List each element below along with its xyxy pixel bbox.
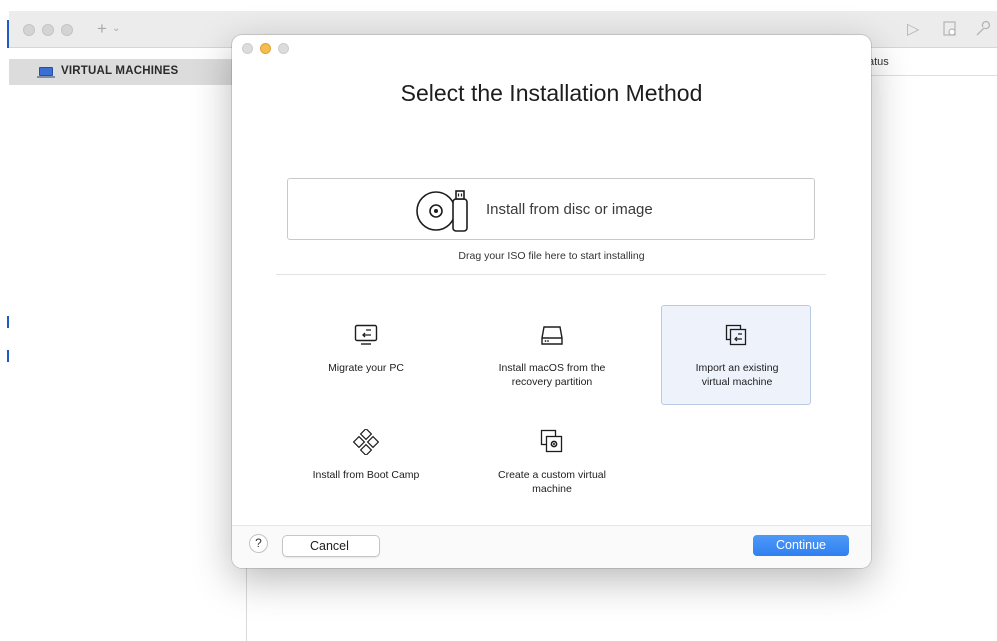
dialog-footer: ? Cancel Continue <box>232 525 871 568</box>
desktop-edge <box>0 0 9 641</box>
boot-camp-icon <box>353 429 379 455</box>
sidebar: VIRTUAL MACHINES <box>9 48 247 641</box>
custom-vm-option[interactable]: Create a custom virtual machine <box>476 410 626 510</box>
migrate-pc-icon <box>354 324 378 345</box>
option-label: Migrate your PC <box>328 362 404 374</box>
import-vm-option[interactable]: Import an existing virtual machine <box>661 305 811 405</box>
chevron-down-icon[interactable]: ⌄ <box>112 23 120 34</box>
add-vm-icon[interactable]: + <box>97 19 107 39</box>
divider <box>276 274 826 275</box>
recovery-partition-option[interactable]: Install macOS from the recovery partitio… <box>476 305 626 405</box>
snapshot-icon[interactable] <box>942 21 958 37</box>
cancel-button[interactable]: Cancel <box>282 535 380 557</box>
dialog-close-button[interactable] <box>242 43 253 54</box>
option-label: Install macOS from the recovery partitio… <box>498 362 606 388</box>
sidebar-header-label: VIRTUAL MACHINES <box>61 65 179 77</box>
continue-button[interactable]: Continue <box>753 535 849 556</box>
boot-camp-option[interactable]: Install from Boot Camp <box>290 410 440 510</box>
wrench-icon[interactable] <box>973 20 991 38</box>
option-label: Create a custom virtual machine <box>498 469 606 495</box>
close-window-button[interactable] <box>23 24 35 36</box>
option-label: Import an existing virtual machine <box>695 362 779 388</box>
status-column-header[interactable]: atus <box>868 56 889 68</box>
dialog-minimize-button[interactable] <box>260 43 271 54</box>
dialog-zoom-button[interactable] <box>278 43 289 54</box>
sidebar-header[interactable]: VIRTUAL MACHINES <box>9 59 246 85</box>
option-label: Install from Boot Camp <box>312 469 420 481</box>
play-icon[interactable]: ▷ <box>907 19 919 39</box>
custom-vm-icon <box>540 429 563 453</box>
zoom-window-button[interactable] <box>61 24 73 36</box>
install-from-disc-option[interactable]: Install from disc or image <box>287 178 815 240</box>
drag-iso-hint: Drag your ISO file here to start install… <box>458 250 645 262</box>
migrate-pc-option[interactable]: Migrate your PC <box>290 305 440 405</box>
dialog-title: Select the Installation Method <box>400 80 703 106</box>
install-from-disc-label: Install from disc or image <box>486 201 653 218</box>
minimize-window-button[interactable] <box>42 24 54 36</box>
help-button[interactable]: ? <box>249 534 268 553</box>
laptop-icon <box>37 67 55 78</box>
disc-usb-icon <box>416 190 468 232</box>
installation-assistant-dialog: Select the Installation Method Install f… <box>232 35 871 568</box>
import-vm-icon <box>725 324 747 346</box>
hard-drive-icon <box>541 326 563 345</box>
